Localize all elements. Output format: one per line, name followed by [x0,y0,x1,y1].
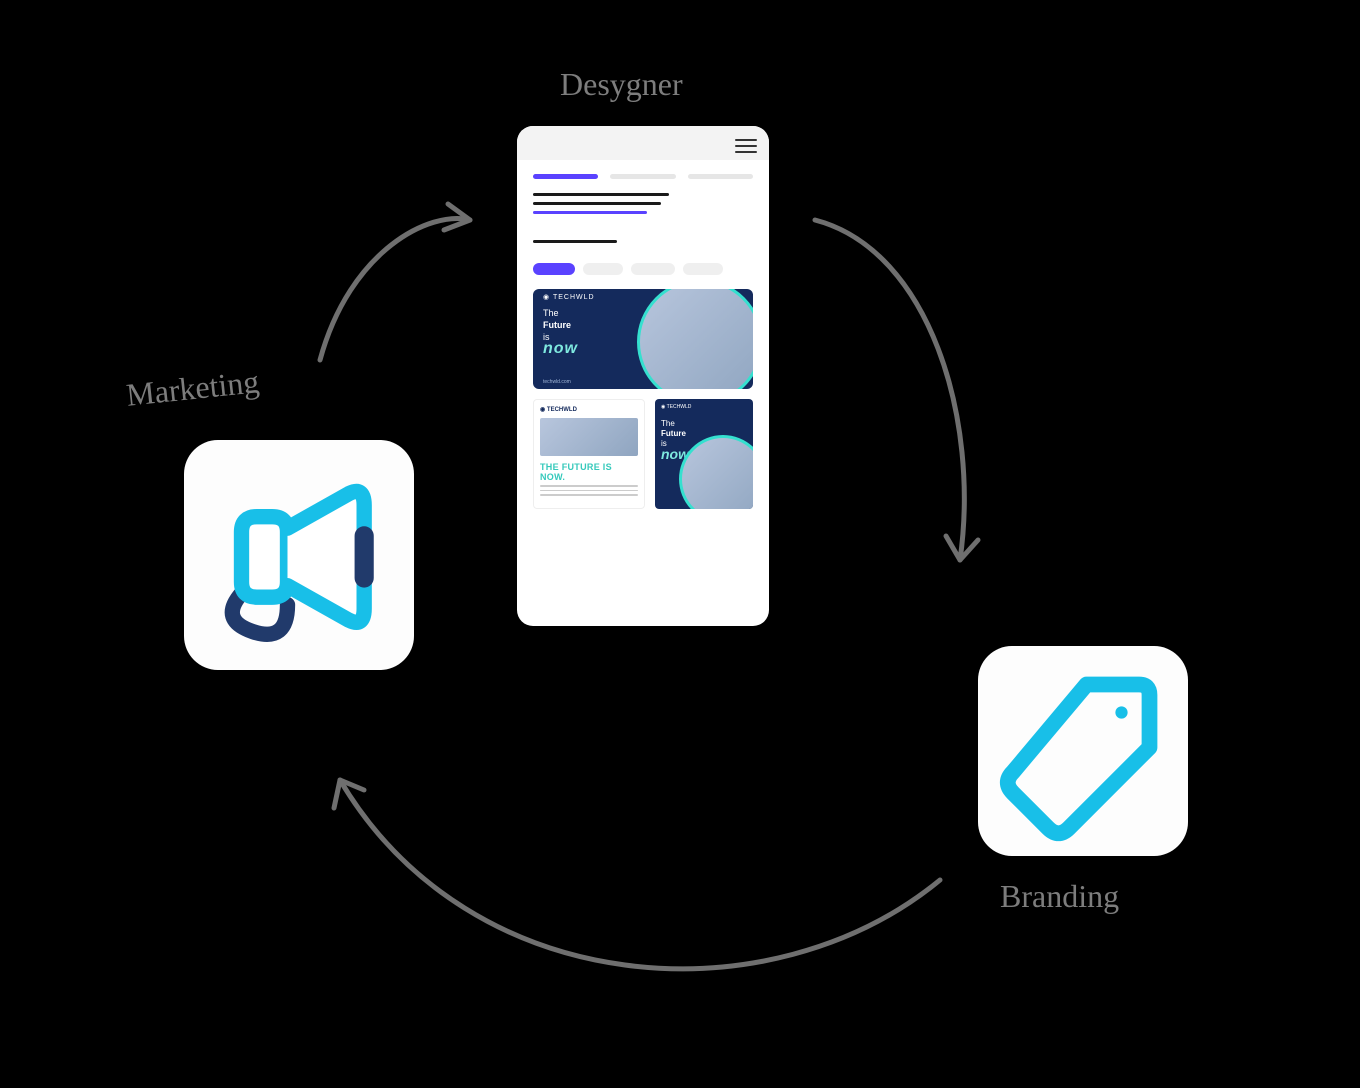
text-line [533,240,617,243]
text-line-accent [533,211,647,214]
tag-icon [978,646,1188,856]
chip-active[interactable] [533,263,575,275]
template-card-c[interactable]: ◉ TECHWLD The Future is now [655,399,753,509]
template-text: The Future is now [661,419,689,459]
chip-row [533,263,753,275]
template-grid: ◉ TECHWLD The Future is now techwld.com … [533,289,753,509]
chip[interactable] [683,263,723,275]
template-image [679,435,753,509]
label-desygner: Desygner [560,66,683,103]
card-marketing [184,440,414,670]
template-card-b[interactable]: ◉ TECHWLD THE FUTURE IS NOW. [533,399,645,509]
phone-mock: ◉ TECHWLD The Future is now techwld.com … [517,126,769,626]
template-brand: ◉ TECHWLD [661,404,691,410]
diagram-stage: Desygner Marketing Branding [0,0,1360,1088]
template-head: THE FUTURE IS NOW. [540,462,638,482]
chip[interactable] [631,263,675,275]
template-brand: ◉ TECHWLD [540,406,638,413]
tab-3[interactable] [688,174,753,179]
tab-2[interactable] [610,174,675,179]
tab-row [533,174,753,179]
template-brand: ◉ TECHWLD [543,293,595,301]
text-line [533,193,669,196]
phone-body: ◉ TECHWLD The Future is now techwld.com … [517,160,769,509]
text-line [533,202,661,205]
card-branding [978,646,1188,856]
template-bodylines [540,485,638,496]
label-branding: Branding [1000,878,1119,915]
template-url: techwld.com [543,379,571,385]
template-image [637,289,753,389]
megaphone-icon [184,440,414,670]
template-text: The Future is now [543,307,578,355]
phone-topbar [517,126,769,160]
template-image [540,418,638,456]
hamburger-icon[interactable] [735,135,757,157]
label-marketing: Marketing [124,363,260,414]
chip[interactable] [583,263,623,275]
tab-1[interactable] [533,174,598,179]
template-card-a[interactable]: ◉ TECHWLD The Future is now techwld.com [533,289,753,389]
